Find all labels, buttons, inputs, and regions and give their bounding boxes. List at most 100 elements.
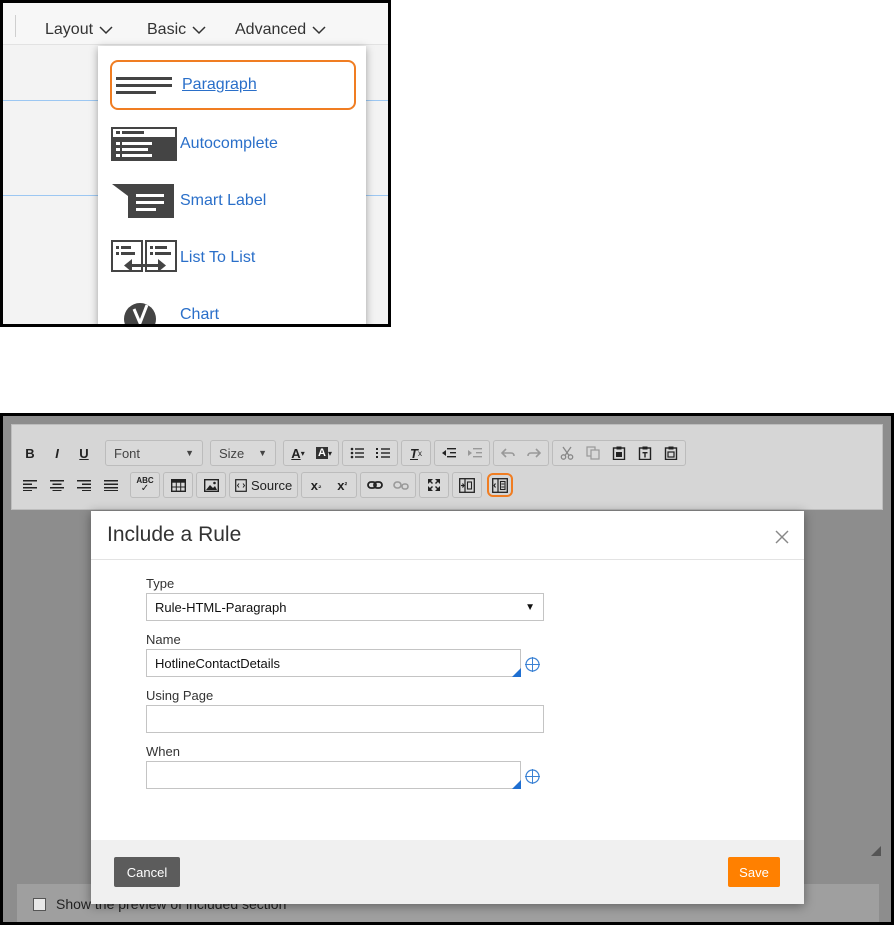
menubar: Layout Basic Advanced — [3, 3, 388, 45]
paste-icon[interactable] — [607, 441, 631, 465]
tab-advanced-label: Advanced — [235, 21, 307, 38]
chevron-down-icon — [99, 26, 113, 35]
type-select-value: Rule-HTML-Paragraph — [155, 599, 287, 615]
tab-basic-label: Basic — [147, 21, 187, 38]
dropdown-item-label: Paragraph — [182, 76, 257, 93]
crosshair-icon[interactable] — [524, 656, 541, 673]
spellcheck-group: ABC ✓ — [130, 472, 160, 498]
cancel-button[interactable]: Cancel — [114, 857, 180, 887]
section-menu-panel: Layout Basic Advanced Paragraph Autocomp… — [0, 0, 391, 327]
name-field[interactable]: HotlineContactDetails — [146, 649, 521, 677]
dropdown-item-chart[interactable]: Chart — [110, 290, 356, 324]
copy-icon[interactable] — [581, 441, 605, 465]
chart-icon — [110, 293, 180, 324]
dropdown-item-autocomplete[interactable]: Autocomplete — [110, 119, 356, 169]
decrease-indent-icon[interactable] — [437, 441, 461, 465]
italic-button[interactable]: I — [45, 441, 69, 465]
paste-text-icon[interactable] — [633, 441, 657, 465]
using-page-label: Using Page — [146, 688, 214, 703]
editor-toolbar: B I U Font ▼ Size ▼ A ▾ A ▾ T x ABC ✓ So… — [11, 424, 883, 510]
resize-handle-icon[interactable] — [871, 846, 881, 856]
include-section-group — [452, 472, 483, 498]
justify-icon[interactable] — [99, 473, 123, 497]
dropdown-item-label: List To List — [180, 249, 256, 266]
check-mark-icon: ✓ — [140, 483, 150, 494]
redo-icon[interactable] — [522, 441, 546, 465]
underline-button[interactable]: U — [72, 441, 96, 465]
align-left-icon[interactable] — [18, 473, 42, 497]
align-center-icon[interactable] — [45, 473, 69, 497]
dialog-header-divider — [91, 559, 804, 560]
undo-icon[interactable] — [496, 441, 520, 465]
preview-checkbox[interactable] — [33, 897, 46, 911]
tab-layout-label: Layout — [45, 21, 94, 38]
bold-button[interactable]: B — [18, 441, 42, 465]
dropdown-item-smart-label[interactable]: Smart Label — [110, 176, 356, 226]
type-select[interactable]: Rule-HTML-Paragraph ▼ — [146, 593, 544, 621]
script-group: x₂ x² — [301, 472, 358, 498]
tab-advanced[interactable]: Advanced — [235, 21, 326, 39]
include-rule-button[interactable] — [487, 473, 514, 497]
include-rule-icon — [492, 477, 509, 493]
autocomplete-icon — [110, 122, 180, 166]
font-select[interactable]: Font ▼ — [105, 440, 203, 466]
text-color-icon[interactable]: A ▾ — [286, 441, 310, 465]
close-icon[interactable] — [774, 529, 790, 545]
dropdown-item-label: Autocomplete — [180, 135, 278, 152]
dropdown-arrow-icon: ▼ — [258, 448, 267, 458]
bulleted-list-icon[interactable] — [345, 441, 369, 465]
autocomplete-corner-icon — [512, 780, 521, 789]
cut-icon[interactable] — [555, 441, 579, 465]
font-select-label: Font — [114, 445, 141, 461]
toolbar-row-1: B I U Font ▼ Size ▼ A ▾ A ▾ T x — [18, 439, 686, 467]
size-select[interactable]: Size ▼ — [210, 440, 276, 466]
include-section-icon[interactable] — [455, 473, 479, 497]
source-button[interactable]: Source — [232, 473, 295, 497]
rich-text-editor-panel: B I U Font ▼ Size ▼ A ▾ A ▾ T x ABC ✓ So… — [0, 413, 894, 925]
name-label: Name — [146, 632, 181, 647]
dropdown-item-paragraph[interactable]: Paragraph — [110, 60, 356, 110]
tab-layout[interactable]: Layout — [45, 21, 113, 39]
align-right-icon[interactable] — [72, 473, 96, 497]
source-icon — [235, 478, 247, 492]
remove-format-icon[interactable]: Tx — [404, 441, 428, 465]
increase-indent-icon[interactable] — [463, 441, 487, 465]
maximize-icon[interactable] — [422, 473, 446, 497]
when-label: When — [146, 744, 180, 759]
spellcheck-icon[interactable]: ABC ✓ — [133, 473, 157, 497]
paragraph-icon — [112, 63, 182, 107]
type-label: Type — [146, 576, 175, 591]
clipboard-group — [552, 440, 686, 466]
maximize-group — [419, 472, 450, 498]
dropdown-item-list-to-list[interactable]: List To List — [110, 233, 356, 283]
source-label: Source — [251, 477, 293, 493]
link-icon[interactable] — [363, 473, 387, 497]
numbered-list-icon[interactable] — [371, 441, 395, 465]
subscript-icon[interactable]: x₂ — [304, 473, 328, 497]
basic-controls-dropdown: Paragraph Autocomplete Smart Label List … — [98, 46, 366, 324]
table-icon[interactable] — [166, 473, 190, 497]
include-rule-dialog: Include a Rule Type Rule-HTML-Paragraph … — [91, 511, 804, 904]
save-button[interactable]: Save — [728, 857, 780, 887]
menubar-divider — [15, 15, 16, 37]
history-group — [493, 440, 549, 466]
paste-word-icon[interactable] — [659, 441, 683, 465]
background-color-icon[interactable]: A ▾ — [312, 441, 336, 465]
dialog-footer: Cancel Save — [91, 840, 804, 904]
unlink-icon[interactable] — [389, 473, 413, 497]
chevron-down-icon — [312, 26, 326, 35]
image-icon[interactable] — [199, 473, 223, 497]
tab-basic[interactable]: Basic — [147, 21, 206, 39]
dialog-title: Include a Rule — [107, 523, 242, 546]
chevron-down-icon — [192, 26, 206, 35]
link-group — [360, 472, 417, 498]
source-group: Source — [229, 472, 299, 498]
indent-group — [434, 440, 490, 466]
using-page-field[interactable] — [146, 705, 544, 733]
dropdown-item-label: Chart — [180, 306, 220, 323]
when-field[interactable] — [146, 761, 521, 789]
crosshair-icon[interactable] — [524, 768, 541, 785]
smart-label-icon — [110, 179, 180, 223]
autocomplete-corner-icon — [512, 668, 521, 677]
superscript-icon[interactable]: x² — [330, 473, 354, 497]
